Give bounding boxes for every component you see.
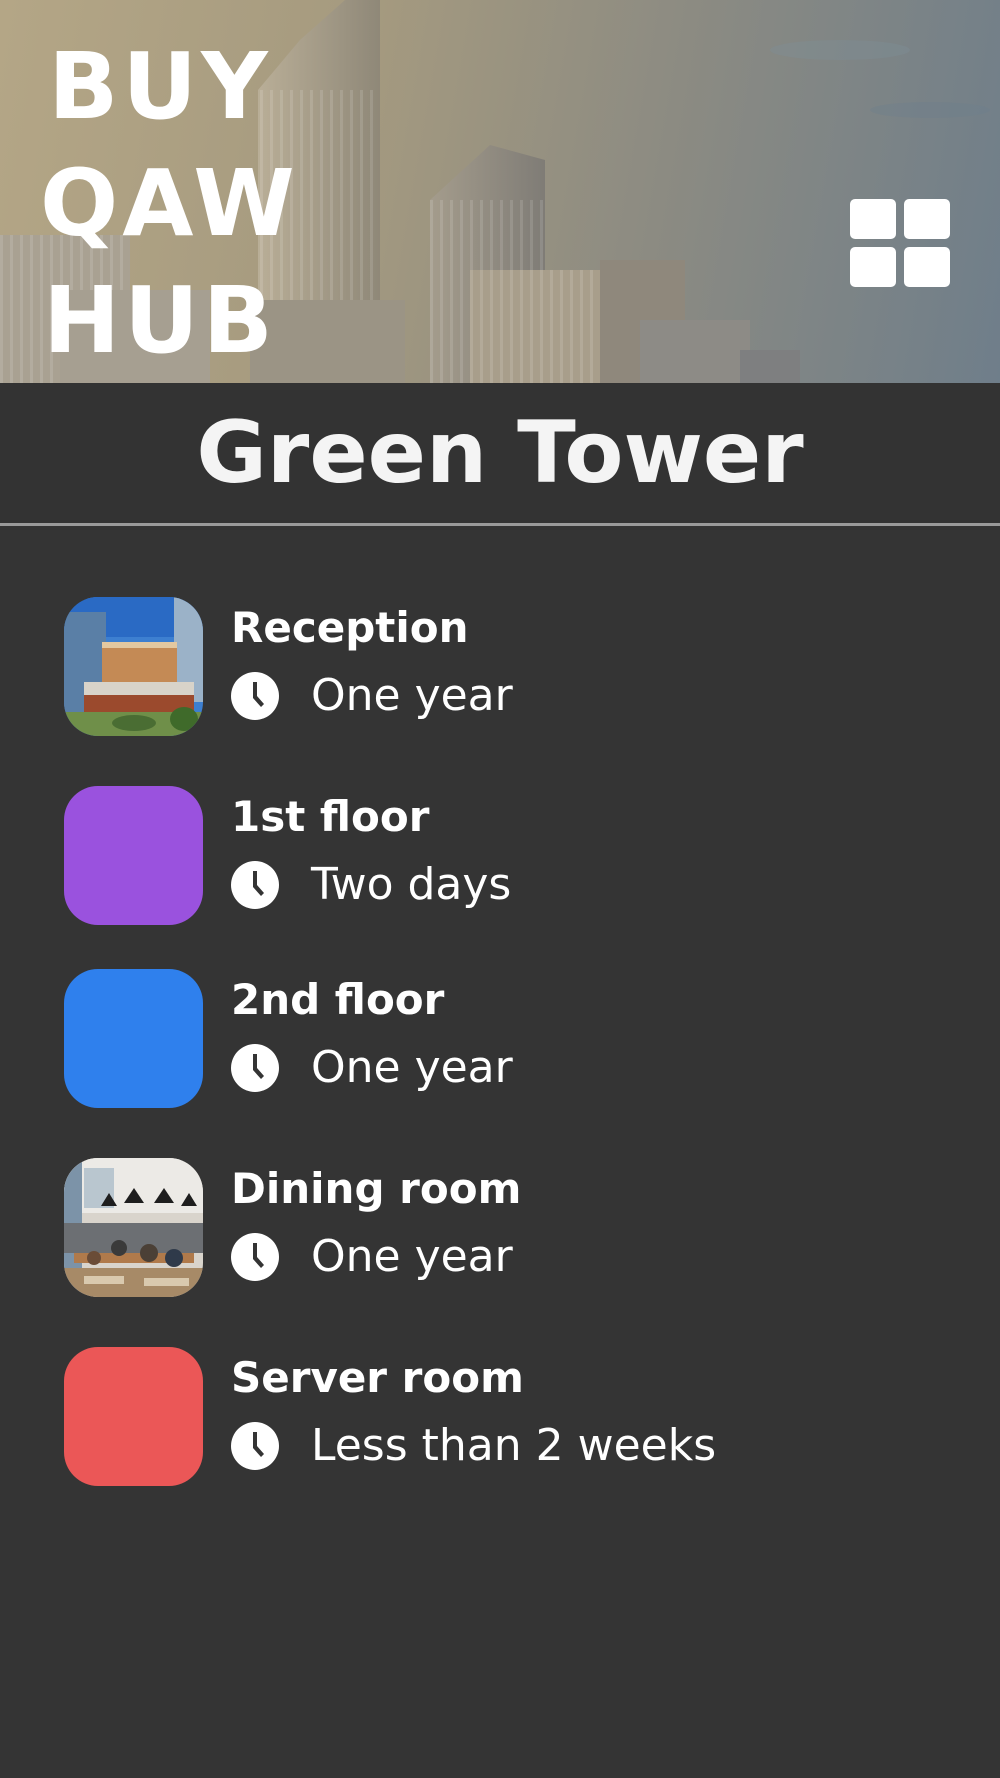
clock-icon <box>231 672 279 720</box>
grid-menu-button[interactable] <box>850 199 951 287</box>
list-item-server-room[interactable]: Server room Less than 2 weeks <box>64 1347 944 1487</box>
logo-line: HUB <box>43 267 277 374</box>
room-color-swatch <box>64 786 203 925</box>
room-duration: Less than 2 weeks <box>311 1420 717 1471</box>
room-name: Reception <box>231 603 469 652</box>
clock-icon <box>231 861 279 909</box>
list-item-reception[interactable]: Reception One year <box>64 597 944 737</box>
logo[interactable]: BUY QAW HUB <box>40 28 299 379</box>
room-duration: One year <box>311 670 513 721</box>
clock-icon <box>231 1044 279 1092</box>
room-thumbnail-photo <box>64 597 203 736</box>
logo-line: BUY <box>48 33 272 140</box>
title-bar: Green Tower <box>0 383 1000 523</box>
page-title: Green Tower <box>196 403 804 503</box>
grid-icon <box>904 247 950 287</box>
room-color-swatch <box>64 969 203 1108</box>
grid-icon <box>850 247 896 287</box>
room-thumbnail-photo <box>64 1158 203 1297</box>
room-name: 2nd floor <box>231 975 445 1024</box>
room-name: Server room <box>231 1353 524 1402</box>
room-color-swatch <box>64 1347 203 1486</box>
room-duration: One year <box>311 1042 513 1093</box>
logo-line: QAW <box>40 150 299 257</box>
room-name: 1st floor <box>231 792 430 841</box>
room-duration: Two days <box>311 859 512 910</box>
clock-icon <box>231 1422 279 1470</box>
room-name: Dining room <box>231 1164 522 1213</box>
list-item-1st-floor[interactable]: 1st floor Two days <box>64 786 944 926</box>
grid-icon <box>904 199 950 239</box>
list-item-2nd-floor[interactable]: 2nd floor One year <box>64 969 944 1109</box>
grid-icon <box>850 199 896 239</box>
header-banner: BUY QAW HUB <box>0 0 1000 383</box>
clock-icon <box>231 1233 279 1281</box>
room-duration: One year <box>311 1231 513 1282</box>
divider <box>0 523 1000 526</box>
list-item-dining-room[interactable]: Dining room One year <box>64 1158 944 1298</box>
